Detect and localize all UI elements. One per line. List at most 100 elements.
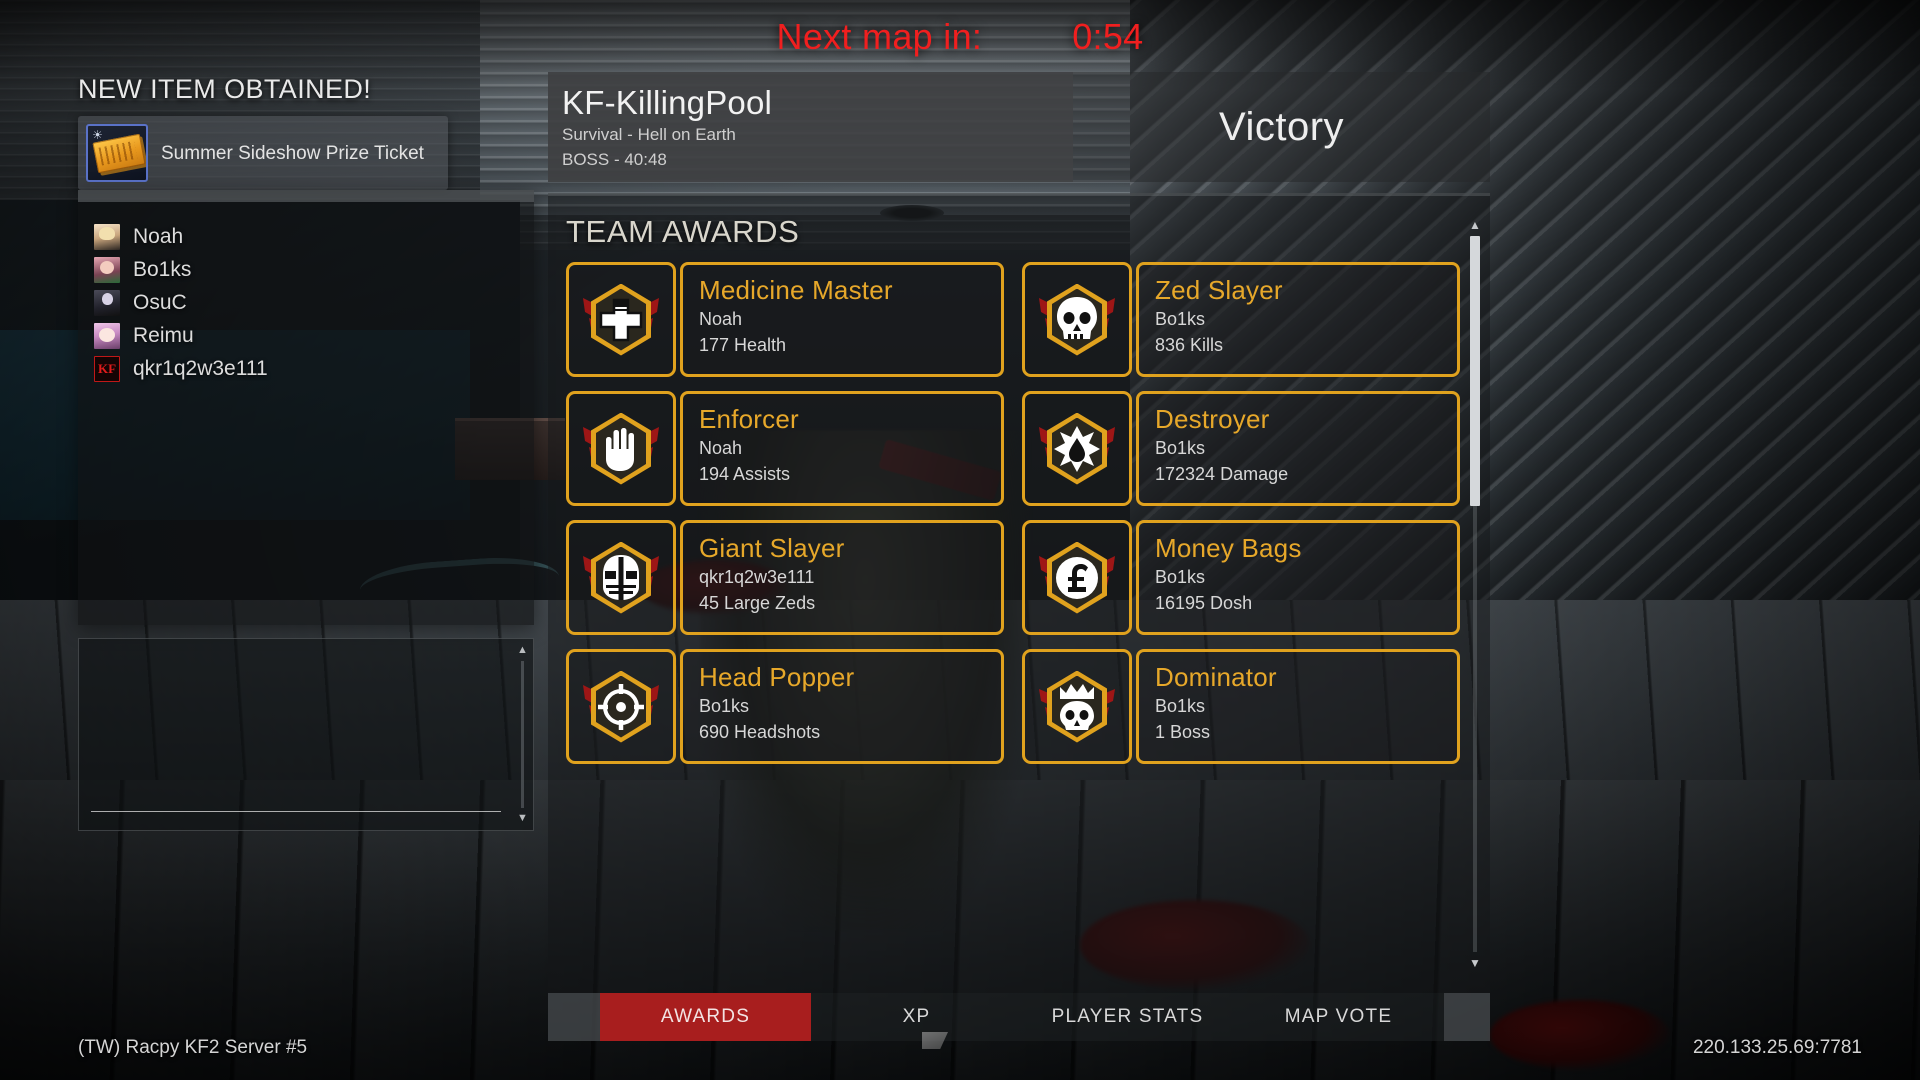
tab-bar-right-nub [1444, 993, 1490, 1041]
award-card-zed-slayer[interactable]: Zed Slayer Bo1ks 836 Kills [1022, 262, 1460, 377]
burst-glyph [1037, 409, 1117, 489]
pound-glyph [1037, 538, 1117, 618]
map-mode: Survival - Hell on Earth [562, 125, 736, 144]
award-card-money-bags[interactable]: Money Bags Bo1ks 16195 Dosh [1022, 520, 1460, 635]
award-name: Dominator [1155, 662, 1277, 692]
crowned-skull-icon [1037, 667, 1117, 747]
award-stat: 690 Headshots [699, 722, 821, 742]
tab-map-vote[interactable]: MAP VOTE [1233, 993, 1444, 1041]
match-result-label: Victory [1218, 104, 1345, 149]
page-title: TEAM AWARDS [566, 214, 800, 249]
player-name: Reimu [133, 323, 194, 347]
list-item[interactable]: KF qkr1q2w3e111 [78, 352, 534, 385]
award-icon-box [1022, 262, 1132, 377]
server-address: 220.133.25.69:7781 [1692, 1037, 1862, 1058]
award-name: Money Bags [1155, 533, 1302, 563]
kf2-logo-text: KF [97, 361, 117, 376]
new-item-notification: NEW ITEM OBTAINED! ☀ Summer Sideshow Pri… [78, 74, 448, 190]
match-result-panel: Victory [1073, 72, 1490, 182]
star-icon: ☀ [92, 128, 103, 142]
awards-grid: Medicine Master Noah 177 Health Zed Slay… [548, 262, 1490, 764]
fleshpound-skull-icon [581, 538, 661, 618]
scroll-down-icon[interactable]: ▼ [516, 813, 529, 824]
awards-scrollbar[interactable]: ▲ ▼ [1468, 218, 1482, 970]
dosh-icon [1037, 538, 1117, 618]
new-item-body[interactable]: ☀ Summer Sideshow Prize Ticket [78, 116, 448, 190]
chat-scrollbar[interactable]: ▲ ▼ [516, 645, 529, 824]
list-item[interactable]: OsuC [78, 286, 534, 319]
award-text-box: Destroyer Bo1ks 172324 Damage [1136, 391, 1460, 506]
chat-input-field[interactable] [91, 811, 501, 812]
cross-glyph [581, 280, 661, 360]
award-card-dominator[interactable]: Dominator Bo1ks 1 Boss [1022, 649, 1460, 764]
chat-panel[interactable]: ▲ ▼ [78, 638, 534, 831]
award-name: Giant Slayer [699, 533, 845, 563]
award-stat: 836 Kills [1155, 335, 1224, 355]
award-icon-box [566, 262, 676, 377]
crosshair-icon [581, 667, 661, 747]
award-icon-box [1022, 391, 1132, 506]
list-item[interactable]: Bo1ks [78, 253, 534, 286]
award-icon-box [566, 649, 676, 764]
map-info-panel: KF-KillingPool Survival - Hell on Earth … [548, 72, 1073, 182]
award-card-giant-slayer[interactable]: Giant Slayer qkr1q2w3e111 45 Large Zeds [566, 520, 1004, 635]
tab-bar: AWARDS XP PLAYER STATS MAP VOTE [548, 993, 1490, 1041]
award-icon-box [566, 520, 676, 635]
award-player: qkr1q2w3e111 [699, 567, 815, 587]
award-card-enforcer[interactable]: Enforcer Noah 194 Assists [566, 391, 1004, 506]
award-card-medicine-master[interactable]: Medicine Master Noah 177 Health [566, 262, 1004, 377]
list-item[interactable]: Noah [78, 220, 534, 253]
award-icon-box [566, 391, 676, 506]
award-name: Zed Slayer [1155, 275, 1283, 305]
skull-icon [1037, 280, 1117, 360]
award-icon-box [1022, 520, 1132, 635]
award-player: Noah [699, 438, 743, 458]
award-text-box: Enforcer Noah 194 Assists [680, 391, 1004, 506]
award-stat: 194 Assists [699, 464, 791, 484]
server-name: (TW) Racpy KF2 Server #5 [78, 1037, 308, 1058]
avatar [94, 289, 120, 316]
player-name: qkr1q2w3e111 [133, 356, 268, 380]
tab-awards[interactable]: AWARDS [600, 993, 811, 1041]
map-name: KF-KillingPool [562, 84, 773, 121]
award-player: Bo1ks [1155, 696, 1206, 716]
award-player: Noah [699, 309, 743, 329]
award-card-head-popper[interactable]: Head Popper Bo1ks 690 Headshots [566, 649, 1004, 764]
scroll-down-icon[interactable]: ▼ [1468, 956, 1482, 970]
open-hand-icon [581, 409, 661, 489]
list-item[interactable]: Reimu [78, 319, 534, 352]
award-name: Head Popper [699, 662, 855, 692]
chat-scroll-track[interactable] [521, 661, 524, 808]
scroll-up-icon[interactable]: ▲ [516, 645, 529, 656]
award-text-box: Money Bags Bo1ks 16195 Dosh [1136, 520, 1460, 635]
award-stat: 172324 Damage [1155, 464, 1289, 484]
award-text-box: Zed Slayer Bo1ks 836 Kills [1136, 262, 1460, 377]
award-text-box: Dominator Bo1ks 1 Boss [1136, 649, 1460, 764]
tab-player-stats[interactable]: PLAYER STATS [1022, 993, 1233, 1041]
medic-cross-icon [581, 280, 661, 360]
skull-glyph [1037, 280, 1117, 360]
award-stat: 16195 Dosh [1155, 593, 1253, 613]
award-icon-box [1022, 649, 1132, 764]
ticket-icon: ☀ [86, 124, 148, 182]
award-text-box: Head Popper Bo1ks 690 Headshots [680, 649, 1004, 764]
tab-bar-left-nub [548, 993, 600, 1041]
award-player: Bo1ks [699, 696, 750, 716]
award-stat: 1 Boss [1155, 722, 1211, 742]
giant-skull-glyph [581, 538, 661, 618]
award-name: Enforcer [699, 404, 799, 434]
award-stat: 45 Large Zeds [699, 593, 816, 613]
new-item-heading: NEW ITEM OBTAINED! [78, 74, 372, 104]
hand-glyph [581, 409, 661, 489]
award-text-box: Medicine Master Noah 177 Health [680, 262, 1004, 377]
award-card-destroyer[interactable]: Destroyer Bo1ks 172324 Damage [1022, 391, 1460, 506]
award-player: Bo1ks [1155, 309, 1206, 329]
avatar-kf2-logo-icon: KF [94, 355, 120, 382]
awards-scroll-thumb[interactable] [1470, 236, 1480, 506]
award-player: Bo1ks [1155, 438, 1206, 458]
new-item-name: Summer Sideshow Prize Ticket [161, 142, 424, 164]
tab-xp[interactable]: XP [811, 993, 1022, 1041]
avatar [94, 322, 120, 349]
avatar [94, 256, 120, 283]
scroll-up-icon[interactable]: ▲ [1468, 218, 1482, 232]
